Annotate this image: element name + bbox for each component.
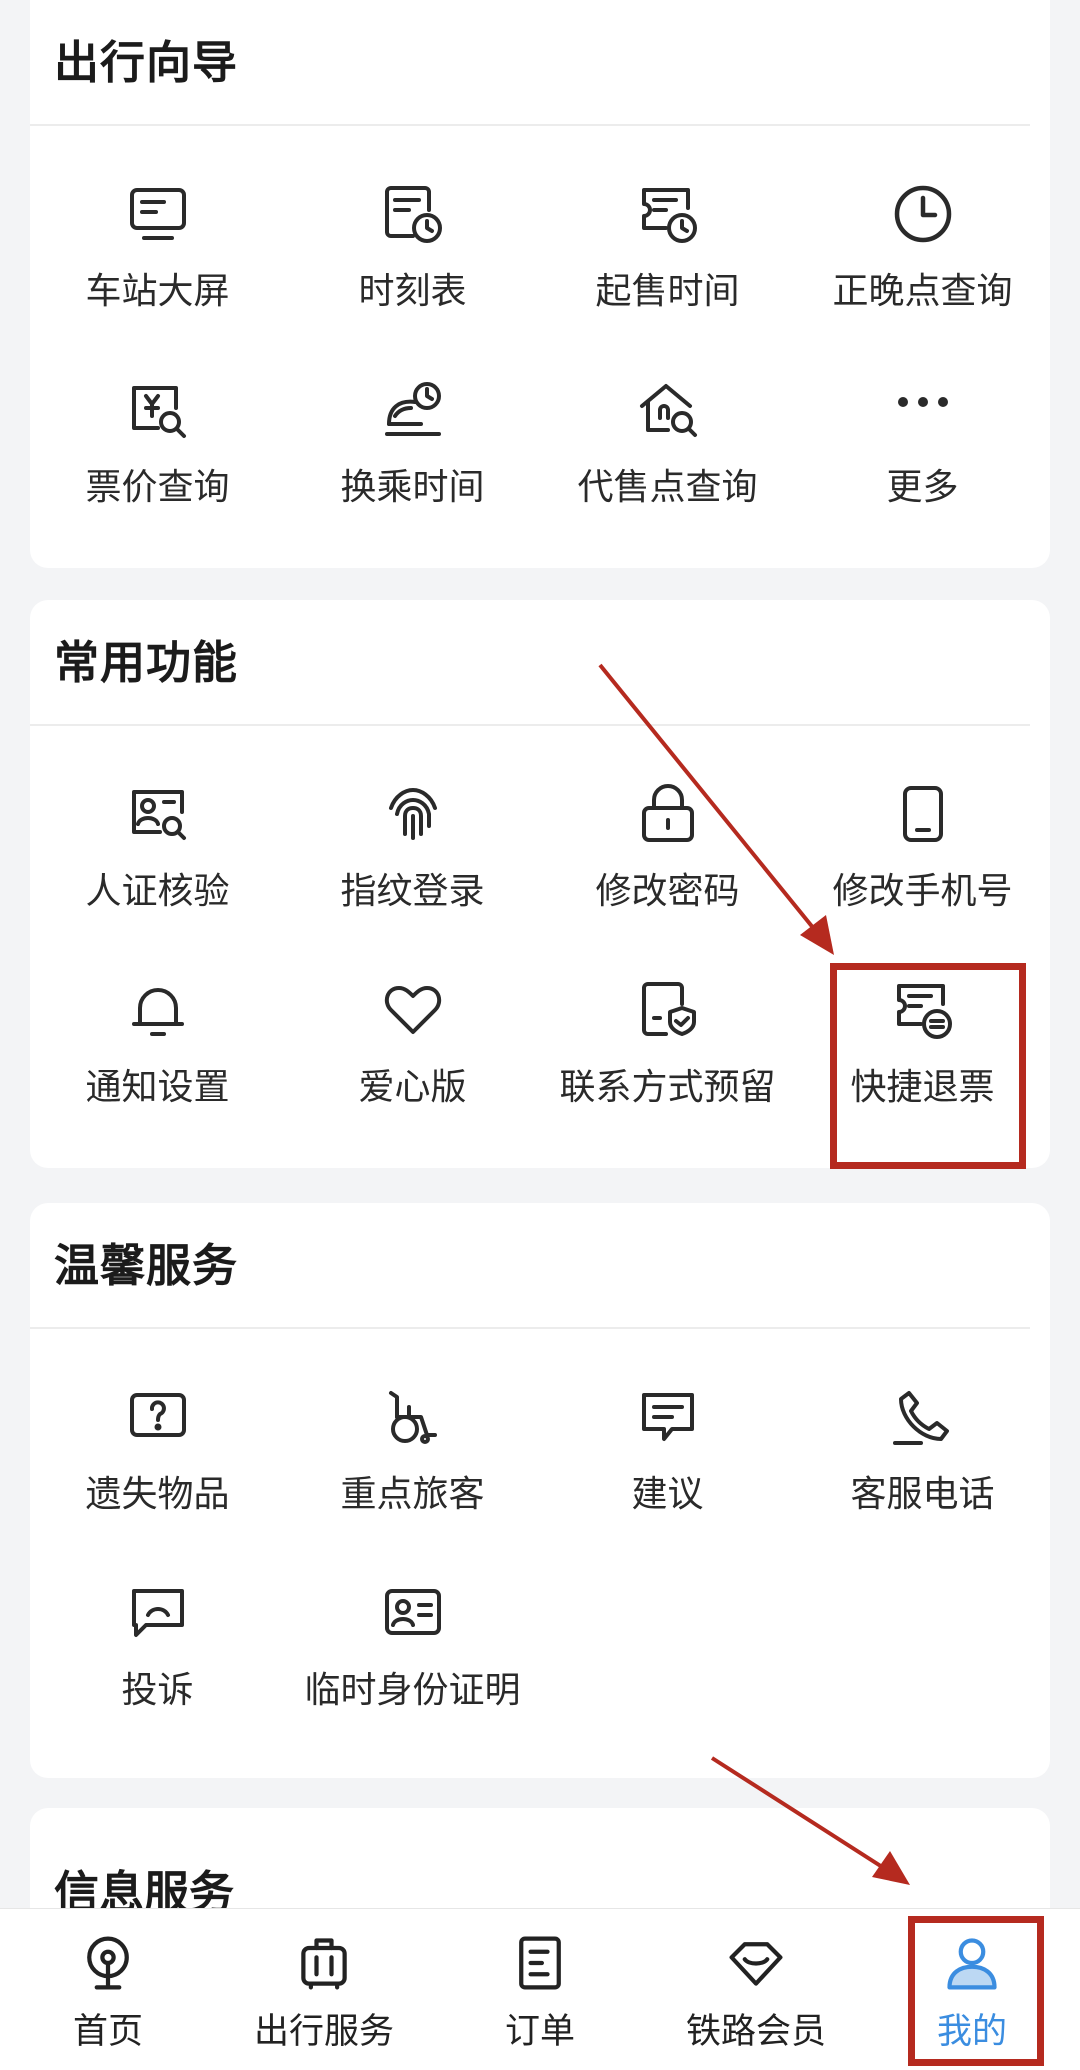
item-transfer-time[interactable]: 换乘时间 — [285, 320, 540, 510]
sale-time-icon — [632, 180, 704, 248]
section-title: 出行向导 — [54, 36, 239, 89]
agency-search-icon — [632, 376, 704, 444]
item-change-password[interactable]: 修改密码 — [540, 724, 795, 914]
item-id-verify[interactable]: 人证核验 — [30, 724, 285, 914]
item-label: 遗失物品 — [85, 1474, 230, 1515]
item-label: 起售时间 — [595, 271, 740, 312]
item-label: 修改密码 — [595, 871, 740, 912]
common-functions-card: 常用功能 人证核验 指纹登录 修改密码 修改手机号 通知设置 爱心版 联系方式预… — [30, 600, 1050, 1168]
tab-mine[interactable]: 我的 — [864, 1909, 1080, 2070]
home-rail-icon — [78, 1933, 138, 1993]
suggestion-icon — [632, 1383, 704, 1451]
order-icon — [510, 1933, 570, 1993]
item-label: 投诉 — [121, 1670, 194, 1711]
item-label: 修改手机号 — [832, 871, 1013, 912]
item-change-phone[interactable]: 修改手机号 — [795, 724, 1050, 914]
contact-shield-icon — [632, 976, 704, 1044]
item-temp-id[interactable]: 临时身份证明 — [285, 1523, 540, 1713]
member-diamond-icon — [726, 1933, 786, 1993]
wheelchair-icon — [377, 1383, 449, 1451]
item-label: 爱心版 — [358, 1067, 467, 1108]
tab-home[interactable]: 首页 — [0, 1909, 216, 2070]
item-fingerprint-login[interactable]: 指纹登录 — [285, 724, 540, 914]
item-label: 指纹登录 — [340, 871, 485, 912]
tab-label: 铁路会员 — [685, 2012, 826, 2052]
tab-label: 订单 — [504, 2012, 575, 2052]
item-delay-query[interactable]: 正晚点查询 — [795, 124, 1050, 314]
item-quick-refund[interactable]: 快捷退票 — [795, 920, 1050, 1110]
item-label: 快捷退票 — [850, 1067, 995, 1108]
section-title: 常用功能 — [54, 636, 239, 689]
transfer-time-icon — [377, 376, 449, 444]
item-priority-passenger[interactable]: 重点旅客 — [285, 1327, 540, 1517]
item-station-screen[interactable]: 车站大屏 — [30, 124, 285, 314]
item-label: 临时身份证明 — [304, 1670, 521, 1711]
item-agency-query[interactable]: 代售点查询 — [540, 320, 795, 510]
clock-icon — [887, 180, 959, 248]
item-more[interactable]: 更多 — [795, 320, 1050, 510]
item-suggestion[interactable]: 建议 — [540, 1327, 795, 1517]
station-screen-icon — [122, 180, 194, 248]
temp-id-icon — [377, 1579, 449, 1647]
complaint-icon — [122, 1579, 194, 1647]
timetable-icon — [377, 180, 449, 248]
item-label: 代售点查询 — [577, 467, 758, 508]
travel-guide-card: 出行向导 车站大屏 时刻表 起售时间 正晚点查询 票价查询 换乘时间 代售点查询… — [30, 0, 1050, 568]
item-label: 票价查询 — [85, 467, 230, 508]
item-contact-reserve[interactable]: 联系方式预留 — [540, 920, 795, 1110]
item-label: 重点旅客 — [340, 1474, 485, 1515]
tab-rail-member[interactable]: 铁路会员 — [648, 1909, 864, 2070]
tab-label: 出行服务 — [253, 2012, 394, 2052]
quick-refund-icon — [887, 976, 959, 1044]
bottom-tab-bar: 首页 出行服务 订单 铁路会员 我的 — [0, 1908, 1080, 2070]
item-label: 车站大屏 — [85, 271, 230, 312]
item-timetable[interactable]: 时刻表 — [285, 124, 540, 314]
user-icon — [942, 1933, 1002, 1993]
item-label: 更多 — [886, 467, 959, 508]
tab-travel-service[interactable]: 出行服务 — [216, 1909, 432, 2070]
more-dots-icon — [887, 376, 959, 444]
item-lost-items[interactable]: 遗失物品 — [30, 1327, 285, 1517]
item-complaint[interactable]: 投诉 — [30, 1523, 285, 1713]
lost-item-icon — [122, 1383, 194, 1451]
fingerprint-icon — [377, 780, 449, 848]
item-sale-time[interactable]: 起售时间 — [540, 124, 795, 314]
item-label: 人证核验 — [85, 871, 230, 912]
fare-search-icon — [122, 376, 194, 444]
item-label: 通知设置 — [85, 1067, 230, 1108]
tab-label: 我的 — [936, 2012, 1007, 2052]
item-label: 时刻表 — [358, 271, 467, 312]
item-service-hotline[interactable]: 客服电话 — [795, 1327, 1050, 1517]
section-title: 温馨服务 — [54, 1239, 239, 1292]
phone-icon — [887, 780, 959, 848]
bell-icon — [122, 976, 194, 1044]
item-label: 联系方式预留 — [559, 1067, 776, 1108]
phone-call-icon — [887, 1383, 959, 1451]
item-label: 建议 — [631, 1474, 704, 1515]
item-notification-settings[interactable]: 通知设置 — [30, 920, 285, 1110]
item-care-mode[interactable]: 爱心版 — [285, 920, 540, 1110]
item-fare-query[interactable]: 票价查询 — [30, 320, 285, 510]
item-label: 正晚点查询 — [832, 271, 1013, 312]
heart-icon — [377, 976, 449, 1044]
id-verify-icon — [122, 780, 194, 848]
item-label: 换乘时间 — [340, 467, 485, 508]
tab-orders[interactable]: 订单 — [432, 1909, 648, 2070]
item-label: 客服电话 — [850, 1474, 995, 1515]
lock-icon — [632, 780, 704, 848]
warm-services-card: 温馨服务 遗失物品 重点旅客 建议 客服电话 投诉 临时身份证明 — [30, 1203, 1050, 1778]
luggage-icon — [294, 1933, 354, 1993]
tab-label: 首页 — [72, 2012, 143, 2052]
